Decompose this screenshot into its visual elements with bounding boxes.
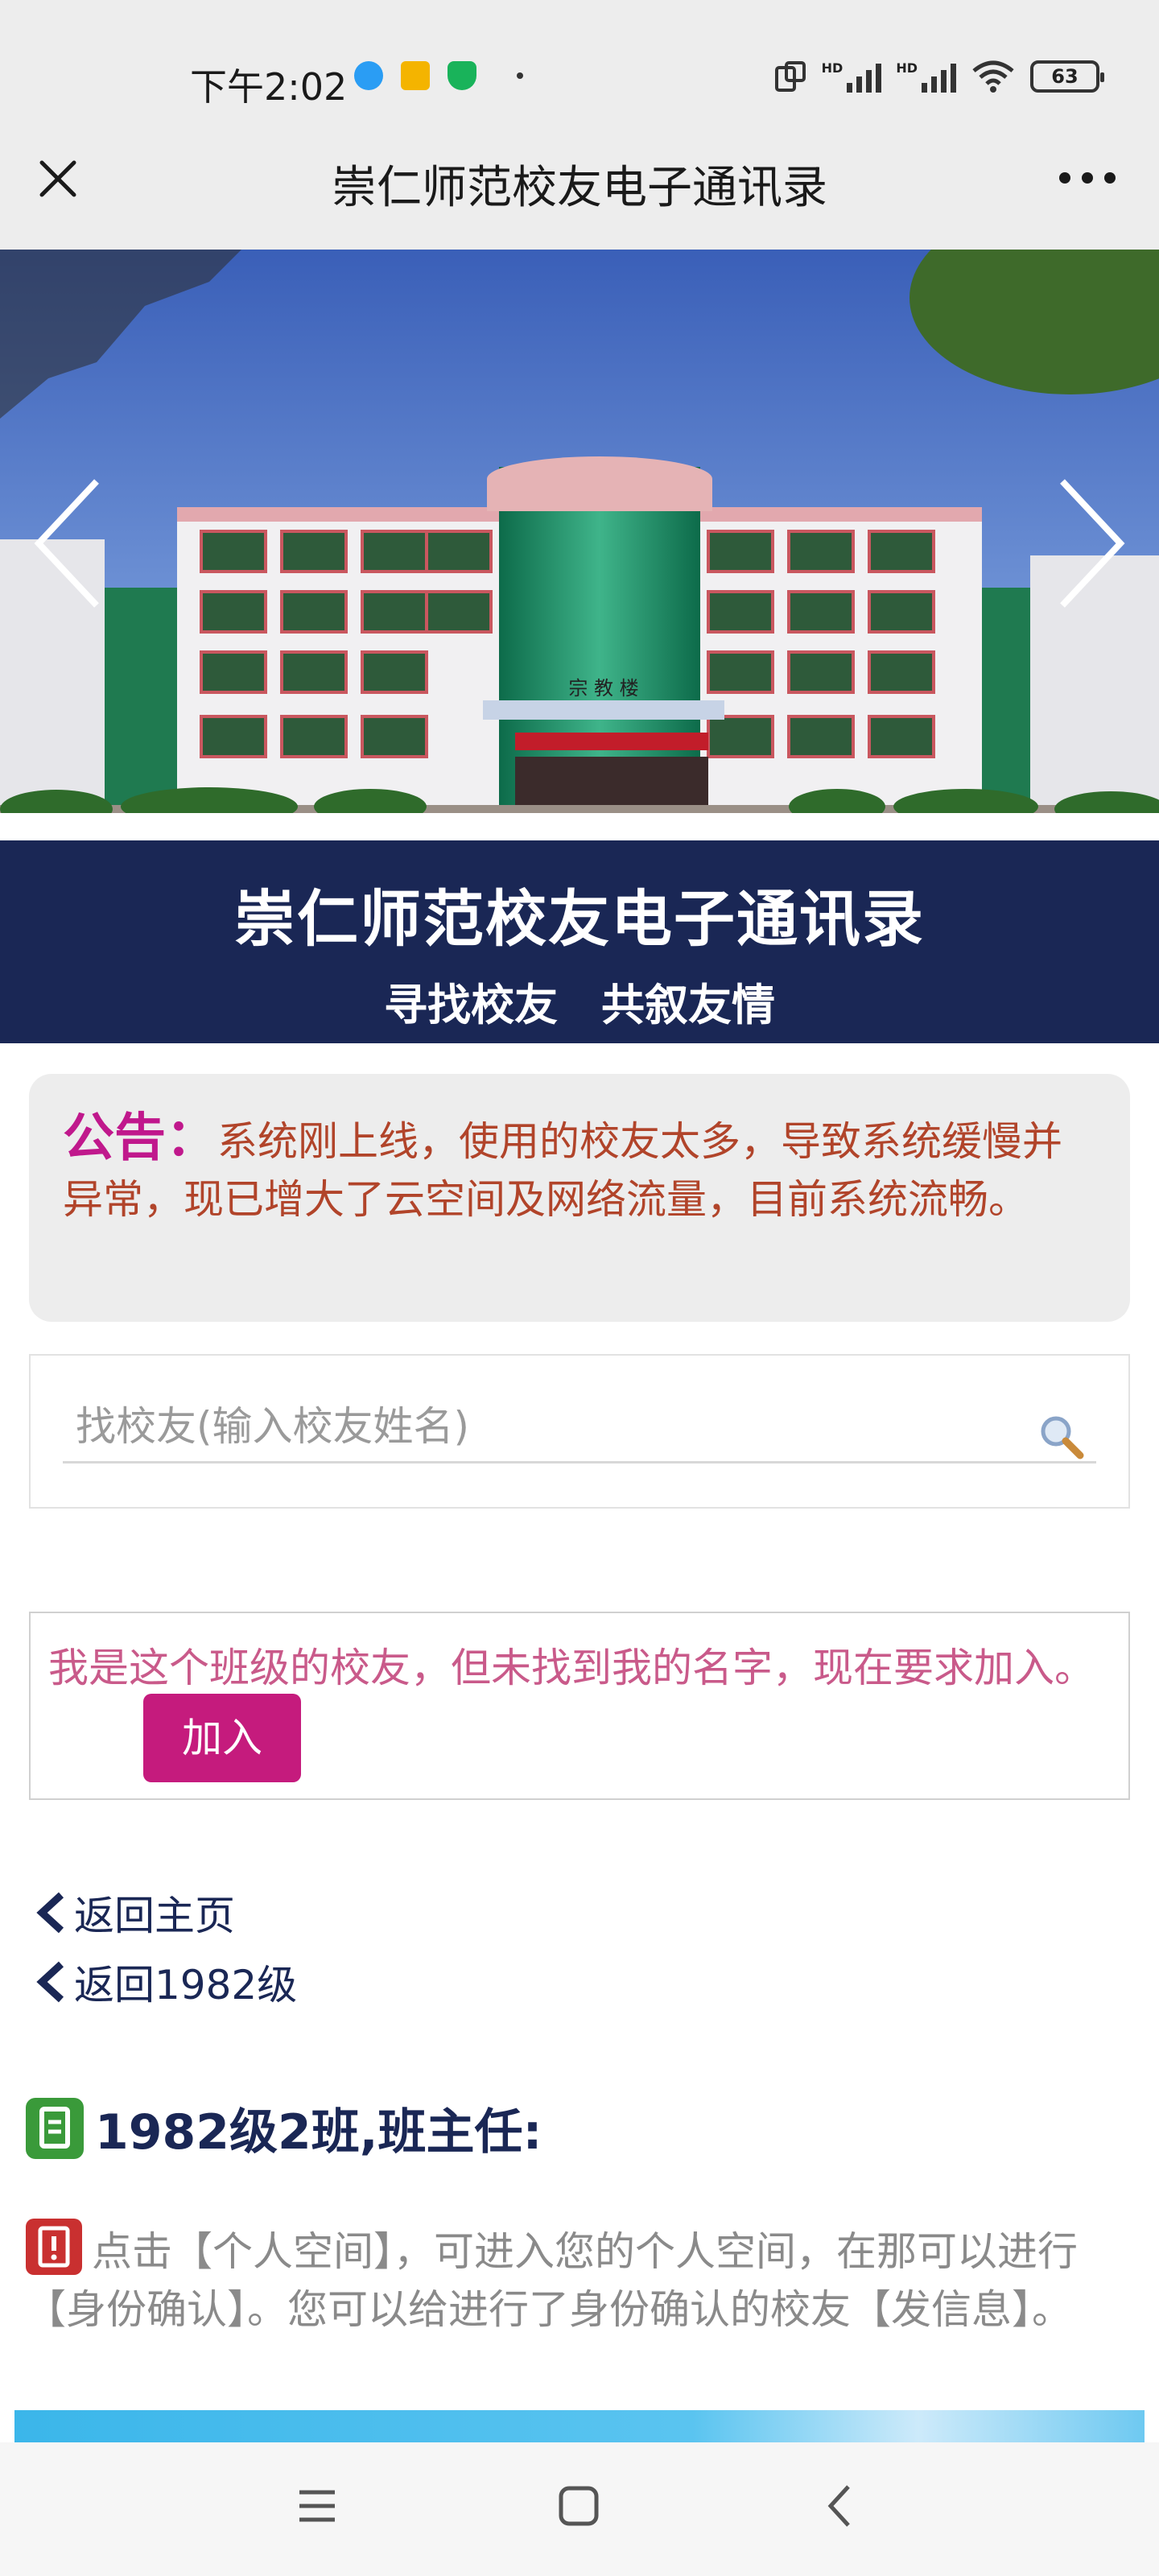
carousel-next-icon[interactable] — [1051, 475, 1132, 612]
class-book-icon — [26, 2097, 84, 2159]
banner-carousel[interactable]: 宗 教 楼 — [0, 250, 1159, 829]
shield-icon — [448, 61, 476, 90]
back-grade-label: 返回1982级 — [74, 1962, 298, 2008]
signal-icon-1: HD — [822, 60, 882, 93]
page-title: 崇仁师范校友电子通讯录 — [332, 162, 827, 214]
status-notification-icons — [354, 61, 523, 90]
more-options-icon[interactable] — [1059, 172, 1116, 184]
hero-header: 崇仁师范校友电子通讯录 寻找校友 共叙友情 — [0, 840, 1159, 1043]
home-icon[interactable] — [557, 2484, 600, 2528]
more-notifications-dot-icon — [517, 72, 523, 79]
announcement-box: 公告：系统刚上线，使用的校友太多，导致系统缓慢并异常，现已增大了云空间及网络流量… — [29, 1074, 1130, 1322]
announcement-label: 公告： — [63, 1108, 217, 1168]
chevron-left-icon — [36, 1961, 64, 2003]
school-building-image: 宗 教 楼 — [0, 250, 1159, 829]
join-button[interactable]: 加入 — [143, 1694, 301, 1782]
back-grade-link[interactable]: 返回1982级 — [34, 1953, 297, 2011]
wifi-icon — [972, 60, 1014, 93]
network-type-label: HD — [821, 60, 843, 76]
building-sign: 宗 教 楼 — [568, 677, 638, 700]
class-heading: 1982级2班,班主任: — [26, 2093, 542, 2163]
tip-text: 点击【个人空间】，可进入您的个人空间，在那可以进行【身份确认】。您可以给进行了身… — [26, 2228, 1078, 2333]
announcement-text: 公告：系统刚上线，使用的校友太多，导致系统缓慢并异常，现已增大了云空间及网络流量… — [63, 1109, 1098, 1228]
join-class-panel: 我是这个班级的校友，但未找到我的名字，现在要求加入。 加入 — [29, 1612, 1130, 1800]
search-icon[interactable] — [1037, 1412, 1085, 1460]
info-document-icon — [26, 2219, 82, 2275]
status-bar: 下午2:02 HD HD 63 — [0, 0, 1159, 121]
system-navigation-bar — [0, 2442, 1159, 2576]
hero-title: 崇仁师范校友电子通讯录 — [234, 883, 925, 955]
content-divider-strip — [14, 2410, 1145, 2442]
carousel-prev-icon[interactable] — [27, 475, 108, 612]
signal-icon-2: HD — [896, 60, 956, 93]
back-home-label: 返回主页 — [74, 1893, 235, 1939]
network-type-label: HD — [896, 60, 918, 76]
app-notification-icon — [354, 61, 383, 90]
message-notification-icon — [401, 61, 430, 90]
status-time: 下午2:02 — [190, 65, 348, 109]
class-title: 1982级2班,班主任: — [95, 2104, 542, 2161]
back-home-link[interactable]: 返回主页 — [34, 1884, 235, 1942]
hero-slogan: 寻找校友 共叙友情 — [384, 980, 775, 1030]
recent-apps-menu-icon[interactable] — [296, 2486, 338, 2526]
battery-icon: 63 — [1030, 60, 1104, 93]
screen-rotate-icon — [774, 61, 806, 92]
search-panel — [29, 1354, 1130, 1509]
status-system-icons: HD HD 63 — [773, 60, 1104, 93]
back-icon[interactable] — [823, 2483, 855, 2529]
chevron-left-icon — [36, 1892, 64, 1934]
tip-text-block: 点击【个人空间】，可进入您的个人空间，在那可以进行【身份确认】。您可以给进行了身… — [26, 2219, 1136, 2339]
search-input[interactable] — [63, 1391, 1096, 1463]
